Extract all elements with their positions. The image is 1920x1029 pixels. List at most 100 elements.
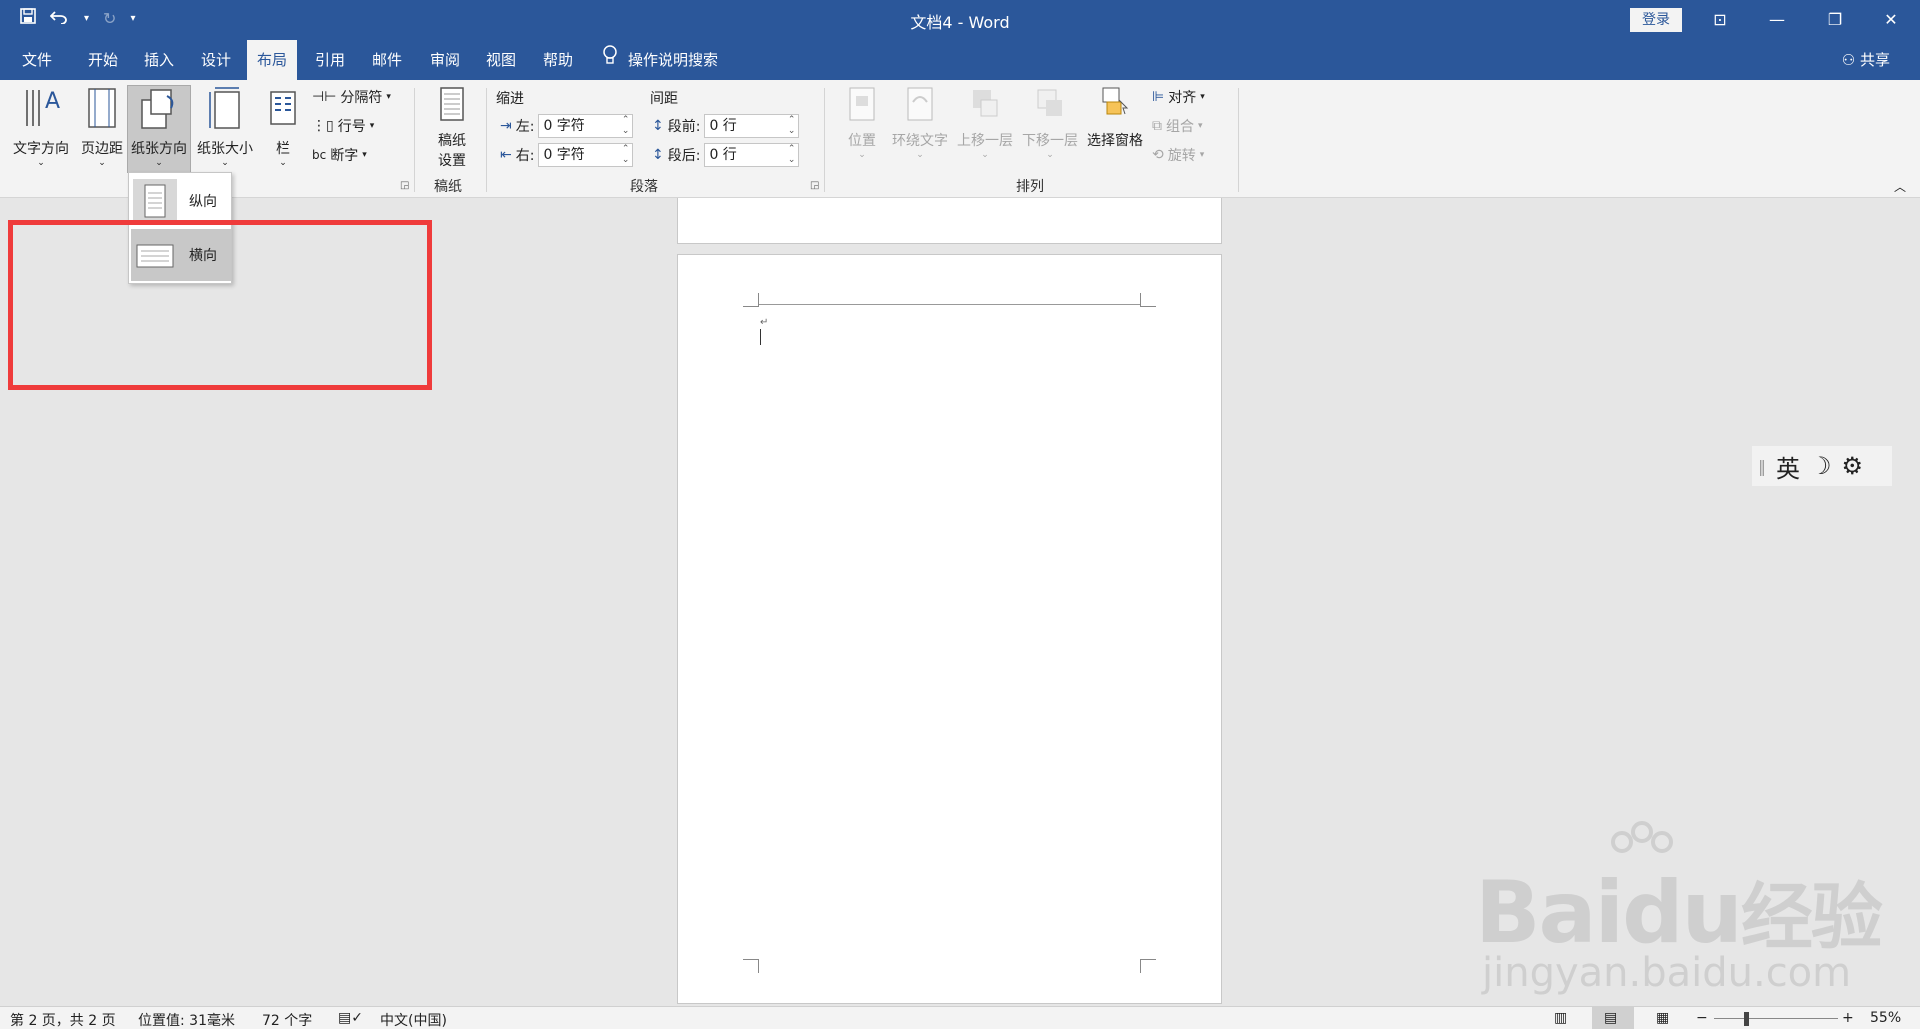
spacing-before-icon: ↕ xyxy=(652,118,664,134)
chevron-down-icon: ▾ xyxy=(1198,121,1203,131)
tab-review[interactable]: 审阅 xyxy=(420,40,470,80)
chevron-down-icon: ▾ xyxy=(1199,150,1205,160)
document-page[interactable]: ↵ xyxy=(677,254,1222,1004)
rotate-button[interactable]: ⟲ 旋转 ▾ xyxy=(1152,145,1204,165)
indent-right-input[interactable]: 0 字符 ⌃ ⌄ xyxy=(538,143,634,167)
bring-forward-button[interactable]: 上移一层 ⌄ xyxy=(954,86,1016,172)
indent-left-input[interactable]: 0 字符 ⌃ ⌄ xyxy=(538,114,634,138)
spinner-arrows-icon[interactable]: ⌃ ⌄ xyxy=(788,144,796,166)
hyphenation-button[interactable]: bc 断字 ▾ xyxy=(312,145,367,165)
indent-left-label: 左: xyxy=(515,119,535,135)
share-label: 共享 xyxy=(1859,51,1890,69)
tab-references[interactable]: 引用 xyxy=(305,40,355,80)
page-setup-launcher-icon[interactable]: ◲ xyxy=(400,180,409,191)
zoom-in-icon[interactable]: + xyxy=(1842,1010,1854,1026)
share-button[interactable]: ⚇ 共享 xyxy=(1842,40,1890,80)
tab-help[interactable]: 帮助 xyxy=(533,40,583,80)
zoom-slider-thumb[interactable] xyxy=(1744,1012,1749,1026)
text-direction-button[interactable]: A 文字方向 ⌄ xyxy=(8,86,74,172)
wrap-text-label: 环绕文字 xyxy=(892,133,948,149)
columns-button[interactable]: 栏 ⌄ xyxy=(262,86,304,172)
ime-drag-handle-icon[interactable]: ‖ xyxy=(1758,457,1766,476)
minimize-button[interactable]: — xyxy=(1752,0,1802,40)
tab-layout[interactable]: 布局 xyxy=(247,40,298,80)
paper-size-button[interactable]: 纸张大小 ⌄ xyxy=(193,86,257,172)
login-button[interactable]: 登录 xyxy=(1630,8,1682,32)
paragraph-launcher-icon[interactable]: ◲ xyxy=(810,180,819,191)
chevron-down-icon: ⌄ xyxy=(1046,150,1054,160)
spacing-before-row: ↕ 段前: 0 行 ⌃ ⌄ xyxy=(652,114,800,138)
crop-mark xyxy=(743,959,759,973)
proofing-icon[interactable]: ▤✓ xyxy=(338,1010,363,1026)
group-separator xyxy=(414,88,415,192)
restore-button[interactable]: ❐ xyxy=(1810,0,1860,40)
tab-home[interactable]: 开始 xyxy=(78,40,128,80)
ime-mode-toggle[interactable]: 英 xyxy=(1776,449,1800,484)
tab-mailings[interactable]: 邮件 xyxy=(362,40,412,80)
group-separator xyxy=(1238,88,1239,192)
moon-icon[interactable]: ☽ xyxy=(1810,452,1832,480)
chevron-down-icon: ▾ xyxy=(1200,92,1205,102)
selection-pane-label: 选择窗格 xyxy=(1087,133,1143,149)
zoom-slider-track[interactable] xyxy=(1714,1018,1838,1019)
group-button[interactable]: ⧉ 组合 ▾ xyxy=(1152,116,1203,136)
lightbulb-icon xyxy=(602,40,618,80)
web-layout-icon[interactable]: ▦ xyxy=(1656,1010,1669,1026)
tell-me-label: 操作说明搜索 xyxy=(628,51,719,69)
read-mode-icon[interactable]: ▥ xyxy=(1554,1010,1567,1026)
spinner-arrows-icon[interactable]: ⌃ ⌄ xyxy=(622,115,630,137)
tab-insert[interactable]: 插入 xyxy=(134,40,184,80)
word-count[interactable]: 72 个字 xyxy=(262,1010,312,1029)
watermark-brand: Bai xyxy=(1475,863,1624,963)
tab-design[interactable]: 设计 xyxy=(191,40,241,80)
margins-button[interactable]: 页边距 ⌄ xyxy=(76,86,128,172)
rotate-label: 旋转 xyxy=(1167,148,1196,164)
tell-me-search[interactable]: 操作说明搜索 xyxy=(602,40,718,80)
align-button[interactable]: ⊫ 对齐 ▾ xyxy=(1152,87,1205,107)
send-backward-button[interactable]: 下移一层 ⌄ xyxy=(1018,86,1082,172)
chevron-down-icon: ⌄ xyxy=(37,158,45,168)
chevron-down-icon: ⌄ xyxy=(981,150,989,160)
page-count[interactable]: 第 2 页，共 2 页 xyxy=(10,1010,116,1029)
ribbon-display-options-icon[interactable]: ⊡ xyxy=(1695,0,1745,40)
person-icon: ⚇ xyxy=(1841,51,1856,69)
zoom-out-icon[interactable]: − xyxy=(1696,1010,1708,1026)
text-direction-label: 文字方向 xyxy=(13,141,69,157)
crop-mark xyxy=(1140,293,1156,307)
spacing-after-label: 段后: xyxy=(667,148,701,164)
manuscript-label-line1: 稿纸 xyxy=(438,133,466,149)
tab-view[interactable]: 视图 xyxy=(476,40,526,80)
language-indicator[interactable]: 中文(中国) xyxy=(380,1010,447,1029)
collapse-ribbon-icon[interactable]: ︿ xyxy=(1894,178,1906,195)
selection-pane-button[interactable]: 选择窗格 xyxy=(1084,86,1146,172)
manuscript-setup-button[interactable]: 稿纸 设置 xyxy=(424,86,480,170)
tab-file[interactable]: 文件 xyxy=(12,40,62,80)
chevron-down-icon: ⌄ xyxy=(155,158,163,168)
line-numbers-button[interactable]: ⋮▯ 行号 ▾ xyxy=(312,116,374,136)
close-button[interactable]: ✕ xyxy=(1866,0,1916,40)
send-backward-icon xyxy=(1037,89,1062,116)
columns-label: 栏 xyxy=(276,141,290,157)
spacing-after-input[interactable]: 0 行 ⌃ ⌄ xyxy=(704,143,800,167)
wrap-text-button[interactable]: 环绕文字 ⌄ xyxy=(888,86,952,172)
svg-text:A: A xyxy=(45,89,60,114)
spacing-before-input[interactable]: 0 行 ⌃ ⌄ xyxy=(704,114,800,138)
orientation-button[interactable]: 纸张方向 ⌄ xyxy=(127,85,191,173)
spinner-arrows-icon[interactable]: ⌃ ⌄ xyxy=(622,144,630,166)
spinner-arrows-icon[interactable]: ⌃ ⌄ xyxy=(788,115,796,137)
indent-right-value: 0 字符 xyxy=(543,147,585,163)
position-value: 位置值: 31毫米 xyxy=(138,1013,235,1029)
spacing-before-label: 段前: xyxy=(667,119,701,135)
position-button[interactable]: 位置 ⌄ xyxy=(840,86,884,172)
align-label: 对齐 xyxy=(1168,90,1197,106)
zoom-level[interactable]: 55% xyxy=(1870,1010,1901,1026)
ime-toolbar: ‖ 英 ☽ ⚙ xyxy=(1752,446,1892,486)
status-bar: 第 2 页，共 2 页 位置值: 31毫米 72 个字 ▤✓ 中文(中国) ▥ … xyxy=(0,1006,1920,1029)
chevron-down-icon: ▾ xyxy=(386,92,391,102)
breaks-button[interactable]: ⊣⊢ 分隔符 ▾ xyxy=(312,87,391,107)
gear-icon[interactable]: ⚙ xyxy=(1842,452,1864,480)
ribbon-tabs: 文件 开始 插入 设计 布局 引用 邮件 审阅 视图 帮助 操作说明搜索 ⚇ 共… xyxy=(0,40,1920,80)
group-icon: ⧉ xyxy=(1152,118,1162,134)
portrait-label: 纵向 xyxy=(189,194,217,210)
chevron-down-icon: ▾ xyxy=(362,150,367,160)
